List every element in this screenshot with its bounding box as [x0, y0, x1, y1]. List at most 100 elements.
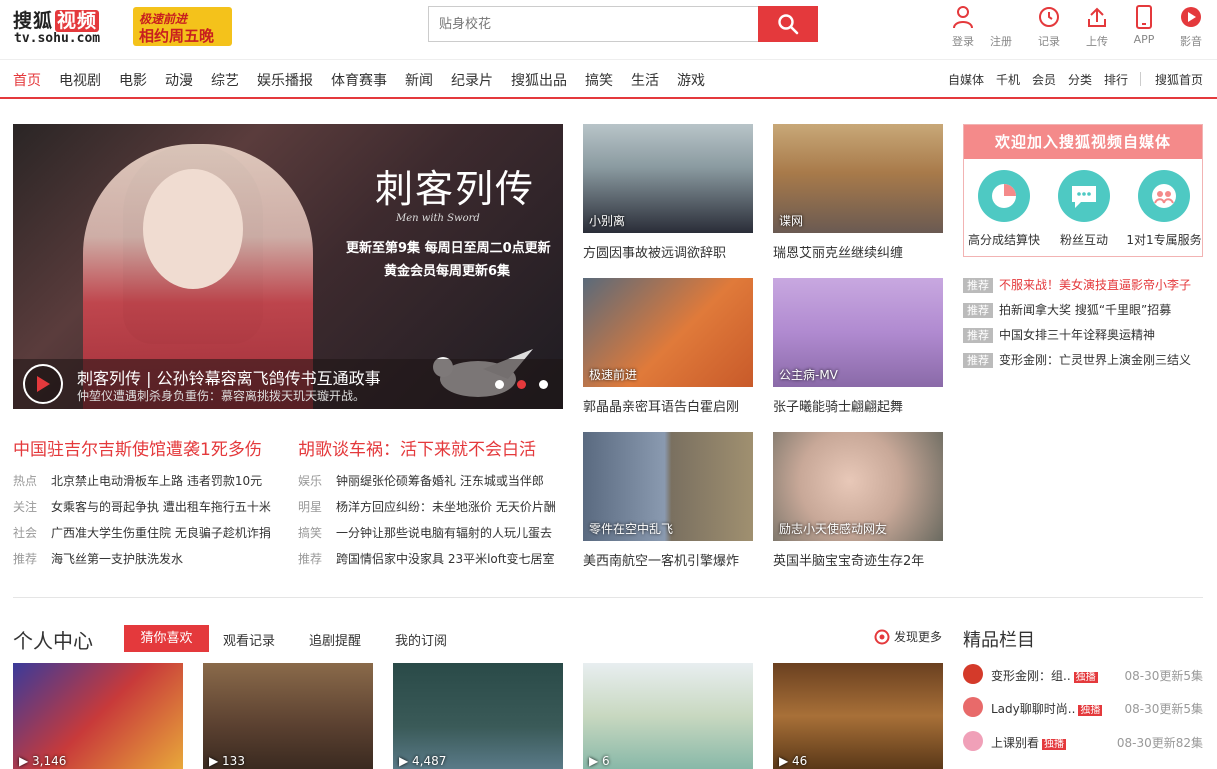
recommend-video-thumb[interactable]: ▶ 3,146 — [13, 663, 183, 769]
tile-caption[interactable]: 英国半脑宝宝奇迹生存2年 — [773, 550, 943, 569]
nav-item-movie[interactable]: 电影 — [119, 70, 147, 90]
recommend-video-thumb[interactable]: ▶ 6 — [583, 663, 753, 769]
nav-item-funny[interactable]: 搞笑 — [585, 70, 613, 90]
hero-calligraphy: 刺客列传 — [375, 167, 536, 211]
video-tile[interactable]: 励志小天使感动网友 英国半脑宝宝奇迹生存2年 — [773, 432, 943, 569]
register-link[interactable]: 注册 — [981, 33, 1021, 49]
nav-item-we-media[interactable]: 自媒体 — [948, 71, 984, 88]
nav-item-news[interactable]: 新闻 — [405, 70, 433, 90]
tile-caption[interactable]: 瑞恩艾丽克丝继续纠缠 — [773, 242, 943, 261]
video-tile[interactable]: 小别离 方圆因事故被远调欲辞职 — [583, 124, 753, 261]
news-item[interactable]: 推荐 跨国情侣家中没家具 23平米loft变七居室 — [298, 550, 555, 567]
nav-item-home[interactable]: 首页 — [13, 70, 41, 90]
carousel-dot-3[interactable] — [539, 380, 548, 389]
tile-thumbnail: 小别离 — [583, 124, 753, 233]
login-button[interactable]: 登录 — [943, 5, 983, 49]
tile-thumbnail: 极速前进 — [583, 278, 753, 387]
player-button[interactable]: 影音 — [1171, 5, 1211, 49]
hero-title[interactable]: 刺客列传 | 公孙铃幕容离飞鸽传书互通政事 — [77, 365, 381, 389]
column-item[interactable]: 上课别看 独播 08-30更新82集 — [963, 731, 1203, 753]
exclusive-badge: 独播 — [1078, 705, 1103, 716]
nav-item-vip[interactable]: 会员 — [1032, 71, 1056, 88]
we-media-ad[interactable]: 欢迎加入搜狐视频自媒体 高分成结算快 粉丝互动 1对1专属服务 — [963, 124, 1203, 257]
news-item[interactable]: 关注 女乘客与的哥起争执 遭出租车拖行五十米 — [13, 498, 271, 515]
search-icon — [778, 14, 799, 35]
upload-icon — [1088, 7, 1106, 27]
pie-chart-icon — [978, 170, 1030, 222]
search-button[interactable] — [758, 6, 818, 42]
search-box[interactable] — [428, 6, 759, 42]
recommend-video-thumb[interactable]: ▶ 46 — [773, 663, 943, 769]
site-logo[interactable]: 搜狐 视频 — [13, 6, 100, 33]
recommend-item[interactable]: 推荐 中国女排三十年诠释奥运精神 — [963, 326, 1155, 343]
nav-item-category[interactable]: 分类 — [1068, 71, 1092, 88]
play-circle-icon — [1181, 7, 1201, 27]
main-nav: 首页 电视剧 电影 动漫 综艺 娱乐播报 体育赛事 新闻 纪录片 搜狐出品 搞笑… — [0, 59, 1217, 99]
tile-caption[interactable]: 美西南航空一客机引擎爆炸 — [583, 550, 753, 569]
video-tile[interactable]: 公主病-MV 张子曦能骑士翩翩起舞 — [773, 278, 943, 415]
video-tile[interactable]: 零件在空中乱飞 美西南航空一客机引擎爆炸 — [583, 432, 753, 569]
exclusive-badge: 独播 — [1073, 672, 1098, 683]
news-headline-left[interactable]: 中国驻吉尔吉斯使馆遭袭1死多伤 — [13, 435, 262, 460]
tab-my-subscriptions[interactable]: 我的订阅 — [395, 630, 447, 649]
nav-item-ranking[interactable]: 排行 — [1104, 71, 1128, 88]
discover-more-link[interactable]: 发现更多 — [874, 628, 942, 645]
tab-guess-you-like[interactable]: 猜你喜欢 — [124, 625, 209, 652]
tab-follow-reminder[interactable]: 追剧提醒 — [309, 630, 361, 649]
upload-button[interactable]: 上传 — [1077, 5, 1117, 49]
news-item[interactable]: 娱乐 钟丽缇张伦硕筹备婚礼 汪东城或当伴郎 — [298, 472, 544, 489]
carousel-dot-2[interactable] — [517, 380, 526, 389]
ad-heading: 欢迎加入搜狐视频自媒体 — [964, 125, 1202, 159]
tile-caption[interactable]: 方圆因事故被远调欲辞职 — [583, 242, 753, 261]
section-divider — [13, 597, 1203, 598]
nav-item-documentary[interactable]: 纪录片 — [451, 70, 493, 90]
news-item[interactable]: 搞笑 一分钟让那些说电脑有辐射的人玩儿蛋去 — [298, 524, 552, 541]
personal-center-title: 个人中心 — [13, 629, 93, 653]
column-item[interactable]: Lady聊聊时尚.. 独播 08-30更新5集 — [963, 697, 1203, 719]
user-icon — [953, 6, 973, 29]
hero-subtitle: 仲堃仪遭遇刺杀身负重伤：慕容离挑拨天玑天璇开战。 — [77, 389, 366, 403]
nav-item-sohu-originals[interactable]: 搜狐出品 — [511, 70, 567, 90]
nav-item-games[interactable]: 游戏 — [677, 70, 705, 90]
hero-play-button[interactable] — [23, 364, 63, 404]
tile-thumbnail: 公主病-MV — [773, 278, 943, 387]
nav-item-variety[interactable]: 综艺 — [211, 70, 239, 90]
column-item[interactable]: 变形金刚：组.. 独播 08-30更新5集 — [963, 664, 1203, 686]
tab-watch-history[interactable]: 观看记录 — [223, 630, 275, 649]
tile-caption[interactable]: 郭晶晶亲密耳语告白霍启刚 — [583, 396, 753, 415]
ad-item-service: 1对1专属服务 — [1124, 170, 1204, 248]
search-input[interactable] — [429, 7, 759, 41]
nav-item-qianji[interactable]: 千机 — [996, 71, 1020, 88]
sohu-home-link[interactable]: 搜狐首页 — [1155, 71, 1203, 88]
ad-item-revenue: 高分成结算快 — [964, 170, 1044, 248]
recommend-video-thumb[interactable]: ▶ 133 — [203, 663, 373, 769]
carousel-dot-1[interactable] — [495, 380, 504, 389]
recommend-item[interactable]: 推荐 变形金刚：亡灵世界上演金刚三结义 — [963, 351, 1191, 368]
video-tile[interactable]: 极速前进 郭晶晶亲密耳语告白霍启刚 — [583, 278, 753, 415]
news-item[interactable]: 明星 杨洋方回应纠纷：未坐地涨价 无天价片酬 — [298, 498, 556, 515]
recommend-item[interactable]: 推荐 不服来战！美女演技直逼影帝小李子 — [963, 276, 1191, 293]
history-button[interactable]: 记录 — [1029, 5, 1069, 49]
history-icon — [1039, 7, 1059, 27]
app-button[interactable]: APP — [1124, 5, 1164, 46]
nav-item-ent-news[interactable]: 娱乐播报 — [257, 70, 313, 90]
nav-item-tv[interactable]: 电视剧 — [59, 70, 101, 90]
promo-banner[interactable]: 极速前进 相约周五晚 — [133, 7, 232, 46]
chat-bubble-icon — [1058, 170, 1110, 222]
avatar — [963, 731, 983, 751]
news-headline-right[interactable]: 胡歌谈车祸：活下来就不会白活 — [298, 435, 536, 460]
news-item[interactable]: 社会 广西准大学生伤重住院 无良骗子趁机诈捐 — [13, 524, 271, 541]
nav-item-anime[interactable]: 动漫 — [165, 70, 193, 90]
nav-item-sports[interactable]: 体育赛事 — [331, 70, 387, 90]
promo-line2: 相约周五晚 — [139, 27, 215, 45]
news-item[interactable]: 热点 北京禁止电动滑板车上路 违者罚款10元 — [13, 472, 262, 489]
logo-domain: tv.sohu.com — [14, 31, 101, 46]
tile-caption[interactable]: 张子曦能骑士翩翩起舞 — [773, 396, 943, 415]
nav-divider — [1140, 72, 1141, 86]
recommend-video-thumb[interactable]: ▶ 4,487 — [393, 663, 563, 769]
recommend-item[interactable]: 推荐 拍新闻拿大奖 搜狐“千里眼”招募 — [963, 301, 1171, 318]
news-item[interactable]: 推荐 海飞丝第一支护肤洗发水 — [13, 550, 183, 567]
tile-thumbnail: 励志小天使感动网友 — [773, 432, 943, 541]
nav-item-life[interactable]: 生活 — [631, 70, 659, 90]
video-tile[interactable]: 谍网 瑞恩艾丽克丝继续纠缠 — [773, 124, 943, 261]
